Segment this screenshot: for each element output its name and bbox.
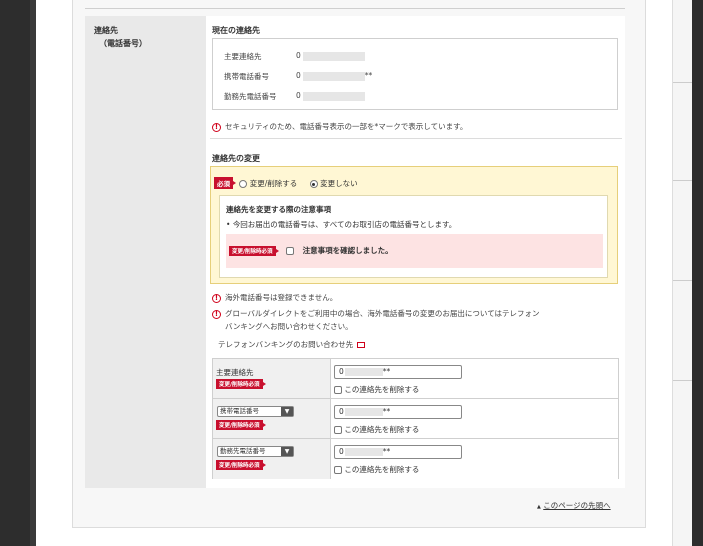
window-frame-right bbox=[692, 0, 703, 546]
current-row-mobile: 携帯電話番号 0 ** bbox=[224, 71, 373, 81]
phone-input-work[interactable]: 0 ** bbox=[334, 445, 462, 459]
overseas-warning: ! 海外電話番号は登録できません。 bbox=[212, 292, 337, 303]
window-frame-left bbox=[0, 0, 36, 546]
row-label: 主要連絡先 bbox=[216, 368, 254, 377]
required-on-change-badge: 変更/削除時必須 bbox=[216, 379, 266, 389]
change-box: 必須 変更/削除する 変更しない 連絡先を変更する際の注意事項 • 今回お届出の… bbox=[210, 166, 618, 284]
required-on-change-badge: 変更/削除時必須 bbox=[229, 246, 279, 256]
table-row: 勤務先電話番号 ▼ 変更/削除時必須 0 ** この連絡先を削除する bbox=[213, 439, 618, 479]
dropdown-arrow-icon[interactable]: ▼ bbox=[281, 407, 293, 416]
telephone-banking-link[interactable]: テレフォンバンキングのお問い合わせ先 bbox=[218, 339, 366, 350]
global-direct-warning-line2: バンキングへお問い合わせください。 bbox=[225, 322, 353, 331]
current-contacts-title: 現在の連絡先 bbox=[212, 26, 260, 35]
edit-contacts-table: 主要連絡先 変更/削除時必須 0 ** この連絡先を削除する 携帯電話番号 ▼ 変更… bbox=[212, 358, 619, 479]
delete-work-option[interactable]: この連絡先を削除する bbox=[334, 464, 419, 475]
alert-icon: ! bbox=[212, 122, 221, 132]
delete-checkbox[interactable] bbox=[334, 426, 342, 434]
delete-checkbox[interactable] bbox=[334, 466, 342, 474]
current-row-work: 勤務先電話番号 0 bbox=[224, 91, 365, 102]
required-badge: 必須 bbox=[214, 177, 236, 189]
confirm-label[interactable]: 注意事項を確認しました。 bbox=[303, 246, 393, 255]
form-card: 連絡先 （電話番号） 現在の連絡先 主要連絡先 0 携帯電話番号 0 ** 勤務先… bbox=[72, 0, 646, 528]
notice-title: 連絡先を変更する際の注意事項 bbox=[226, 205, 331, 214]
required-on-change-badge: 変更/削除時必須 bbox=[216, 460, 266, 470]
table-row: 主要連絡先 変更/削除時必須 0 ** この連絡先を削除する bbox=[213, 359, 618, 399]
phone-input-main[interactable]: 0 ** bbox=[334, 365, 462, 379]
phone-type-select[interactable]: 勤務先電話番号 ▼ bbox=[217, 446, 294, 457]
delete-checkbox[interactable] bbox=[334, 386, 342, 394]
alert-icon: ! bbox=[212, 309, 221, 319]
triangle-up-icon: ▲ bbox=[537, 504, 541, 510]
section-sublabel: （電話番号） bbox=[99, 39, 147, 48]
required-on-change-badge: 変更/削除時必須 bbox=[216, 420, 266, 430]
security-note: ! セキュリティのため、電話番号表示の一部を*マークで表示しています。 bbox=[212, 121, 467, 132]
page-top-link[interactable]: ▲ このページの先頭へ bbox=[537, 500, 611, 511]
change-title: 連絡先の変更 bbox=[212, 154, 260, 163]
current-contacts-box: 主要連絡先 0 携帯電話番号 0 ** 勤務先電話番号 0 bbox=[212, 38, 618, 110]
section-label: 連絡先 bbox=[94, 26, 118, 35]
option-no-change[interactable]: 変更しない bbox=[309, 179, 358, 188]
notice-box: 連絡先を変更する際の注意事項 • 今回お届出の電話番号は、すべてのお取引店の電話… bbox=[219, 195, 608, 278]
phone-type-select[interactable]: 携帯電話番号 ▼ bbox=[217, 406, 294, 417]
option-change-delete[interactable]: 変更/削除する bbox=[239, 179, 297, 188]
dropdown-arrow-icon[interactable]: ▼ bbox=[281, 447, 293, 456]
section-label-column: 連絡先 （電話番号） bbox=[85, 16, 206, 488]
external-window-icon bbox=[357, 342, 366, 348]
confirm-checkbox[interactable] bbox=[286, 246, 295, 255]
delete-mobile-option[interactable]: この連絡先を削除する bbox=[334, 424, 419, 435]
table-row: 携帯電話番号 ▼ 変更/削除時必須 0 ** この連絡先を削除する bbox=[213, 399, 618, 439]
delete-main-option[interactable]: この連絡先を削除する bbox=[334, 384, 419, 395]
notice-bullet: • 今回お届出の電話番号は、すべてのお取引店の電話番号とします。 bbox=[226, 220, 457, 229]
radio-icon[interactable] bbox=[239, 180, 248, 188]
masked-number bbox=[302, 71, 365, 81]
radio-selected-icon[interactable] bbox=[309, 180, 318, 188]
right-side-panel bbox=[672, 0, 693, 546]
masked-number bbox=[302, 51, 365, 61]
phone-input-mobile[interactable]: 0 ** bbox=[334, 405, 462, 419]
current-row-main: 主要連絡先 0 bbox=[224, 51, 365, 62]
confirm-area: 変更/削除時必須 注意事項を確認しました。 bbox=[226, 234, 603, 268]
section-content: 現在の連絡先 主要連絡先 0 携帯電話番号 0 ** 勤務先電話番号 0 ! セキュ… bbox=[206, 16, 625, 488]
global-direct-warning: ! グローバルダイレクトをご利用中の場合、海外電話番号の変更のお届出についてはテレ… bbox=[212, 308, 540, 319]
masked-number bbox=[302, 91, 365, 101]
change-options: 必須 変更/削除する 変更しない bbox=[214, 177, 358, 189]
alert-icon: ! bbox=[212, 293, 221, 303]
